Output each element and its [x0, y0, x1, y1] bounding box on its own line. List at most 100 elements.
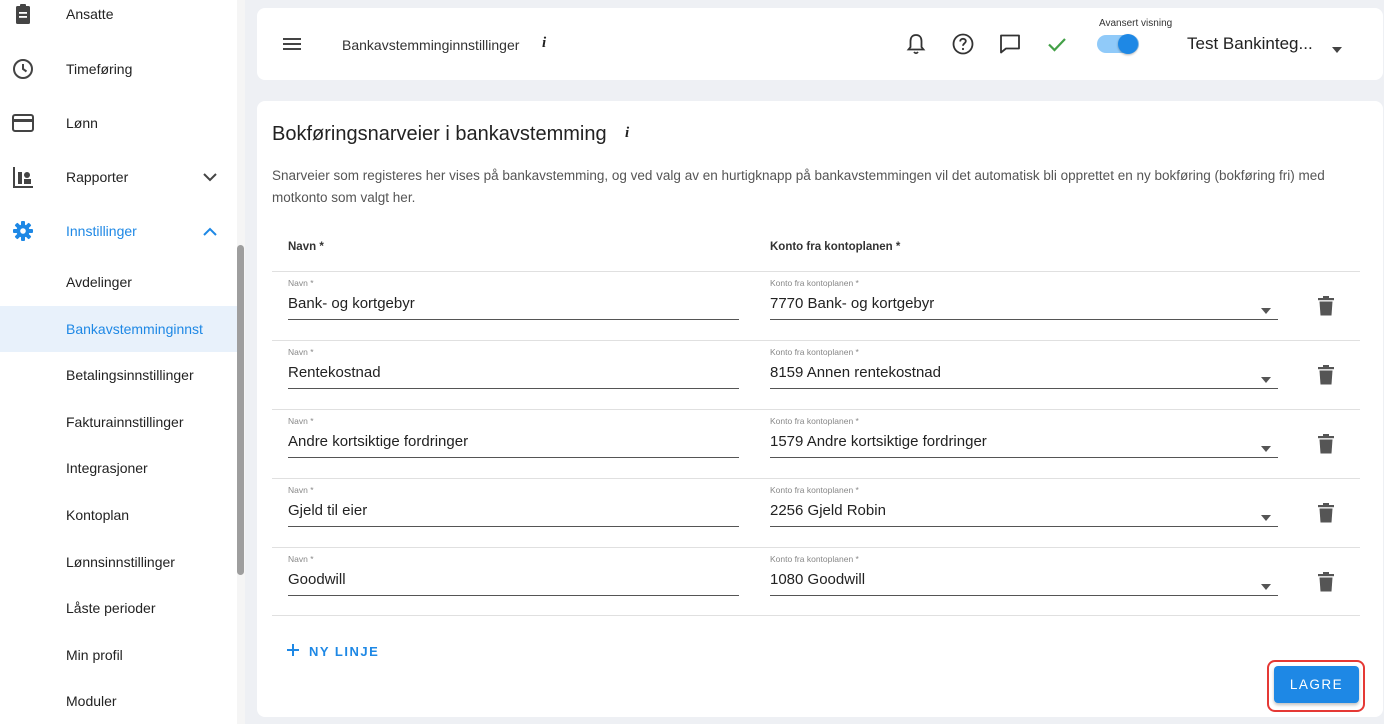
- caret-down-icon[interactable]: [1331, 41, 1343, 53]
- bell-icon[interactable]: [904, 32, 928, 56]
- sidebar-subitem-label: Låste perioder: [66, 600, 156, 616]
- sidebar-subitem-min-profil[interactable]: Min profil: [0, 632, 237, 678]
- sidebar-subitem-kontoplan[interactable]: Kontoplan: [0, 492, 237, 538]
- name-input[interactable]: Goodwill: [288, 571, 346, 588]
- name-input-underline: [288, 457, 739, 458]
- name-field-label: Navn *: [288, 278, 314, 288]
- name-input-underline: [288, 595, 739, 596]
- sidebar-subitem-label: Avdelinger: [66, 274, 132, 290]
- name-field-label: Navn *: [288, 416, 314, 426]
- column-header-name: Navn *: [288, 241, 324, 253]
- trash-icon[interactable]: [1317, 433, 1335, 455]
- account-field-label: Konto fra kontoplanen *: [770, 485, 859, 495]
- sidebar-subitem-laste-perioder[interactable]: Låste perioder: [0, 585, 237, 631]
- chevron-down-icon[interactable]: [200, 167, 220, 187]
- account-select-underline: [770, 388, 1278, 389]
- name-input[interactable]: Bank- og kortgebyr: [288, 295, 415, 312]
- sidebar-subitem-label: Moduler: [66, 693, 117, 709]
- name-input[interactable]: Gjeld til eier: [288, 502, 367, 519]
- sidebar-subitem-label: Bankavstemminginnst: [66, 321, 203, 337]
- sidebar-subitem-faktura[interactable]: Fakturainnstillinger: [0, 399, 237, 445]
- badge-icon: [12, 3, 34, 25]
- account-select-underline: [770, 595, 1278, 596]
- sidebar-subitem-betaling[interactable]: Betalingsinnstillinger: [0, 352, 237, 398]
- menu-icon[interactable]: [281, 34, 303, 54]
- sidebar-item-lonn[interactable]: Lønn: [0, 100, 237, 146]
- sidebar-subitem-label: Lønnsinnstillinger: [66, 554, 175, 570]
- name-field-label: Navn *: [288, 554, 314, 564]
- name-input-underline: [288, 319, 739, 320]
- account-field-label: Konto fra kontoplanen *: [770, 554, 859, 564]
- sidebar-subitem-label: Kontoplan: [66, 507, 130, 523]
- company-selector[interactable]: Test Bankinteg...: [1187, 34, 1313, 54]
- table-bottom-divider: [272, 615, 1360, 616]
- caret-down-icon[interactable]: [1261, 301, 1271, 314]
- account-select-underline: [770, 457, 1278, 458]
- sidebar-scrollbar[interactable]: [237, 245, 244, 575]
- sidebar-subitem-label: Integrasjoner: [66, 460, 148, 476]
- name-input[interactable]: Andre kortsiktige fordringer: [288, 433, 468, 450]
- sidebar-item-label: Ansatte: [66, 6, 114, 22]
- caret-down-icon[interactable]: [1261, 370, 1271, 383]
- new-line-button[interactable]: NY LINJE: [287, 641, 379, 661]
- table-row: Navn * Gjeld til eier Konto fra kontopla…: [272, 478, 1360, 547]
- gear-icon: [12, 220, 34, 242]
- credit-card-icon: [12, 112, 34, 134]
- sidebar-item-rapporter[interactable]: Rapporter: [0, 154, 237, 200]
- sidebar-subitem-label: Fakturainnstillinger: [66, 414, 184, 430]
- name-input-underline: [288, 526, 739, 527]
- account-select[interactable]: 8159 Annen rentekostnad: [770, 364, 941, 381]
- save-button[interactable]: LAGRE: [1274, 666, 1359, 703]
- name-field-label: Navn *: [288, 485, 314, 495]
- sidebar-subitem-moduler[interactable]: Moduler: [0, 678, 237, 724]
- info-icon[interactable]: i: [625, 125, 629, 142]
- table-row: Navn * Andre kortsiktige fordringer Kont…: [272, 409, 1360, 478]
- account-select[interactable]: 1579 Andre kortsiktige fordringer: [770, 433, 987, 450]
- sidebar-subitem-avdelinger[interactable]: Avdelinger: [0, 259, 237, 305]
- sidebar-item-label: Timeføring: [66, 61, 133, 77]
- report-icon: [12, 166, 34, 188]
- clock-icon: [12, 58, 34, 80]
- trash-icon[interactable]: [1317, 502, 1335, 524]
- info-icon[interactable]: i: [542, 35, 546, 52]
- advanced-view-toggle-knob[interactable]: [1118, 34, 1138, 54]
- sidebar-subitem-bankavstemming[interactable]: Bankavstemminginnst: [0, 306, 237, 352]
- caret-down-icon[interactable]: [1261, 439, 1271, 452]
- trash-icon[interactable]: [1317, 571, 1335, 593]
- sidebar-item-innstillinger[interactable]: Innstillinger: [0, 208, 237, 254]
- sidebar-item-label: Lønn: [66, 115, 98, 131]
- account-field-label: Konto fra kontoplanen *: [770, 416, 859, 426]
- page-title: Bankavstemminginnstillinger: [342, 37, 520, 53]
- table-row: Navn * Goodwill Konto fra kontoplanen * …: [272, 547, 1360, 616]
- account-select[interactable]: 7770 Bank- og kortgebyr: [770, 295, 934, 312]
- new-line-label: NY LINJE: [309, 643, 380, 659]
- sidebar-item-timeforing[interactable]: Timeføring: [0, 46, 237, 92]
- caret-down-icon[interactable]: [1261, 508, 1271, 521]
- check-icon[interactable]: [1045, 32, 1069, 56]
- account-select-underline: [770, 319, 1278, 320]
- trash-icon[interactable]: [1317, 295, 1335, 317]
- help-icon[interactable]: [951, 32, 975, 56]
- sidebar-subitem-integrasjoner[interactable]: Integrasjoner: [0, 445, 237, 491]
- sidebar-item-label: Innstillinger: [66, 223, 137, 239]
- sidebar: Ansatte Timeføring Lønn Rapporter Innsti…: [0, 0, 245, 724]
- account-select-underline: [770, 526, 1278, 527]
- advanced-view-label: Avansert visning: [1099, 18, 1173, 29]
- sidebar-item-label: Rapporter: [66, 169, 129, 185]
- account-select[interactable]: 1080 Goodwill: [770, 571, 865, 588]
- name-input-underline: [288, 388, 739, 389]
- chat-icon[interactable]: [998, 32, 1022, 56]
- trash-icon[interactable]: [1317, 364, 1335, 386]
- account-field-label: Konto fra kontoplanen *: [770, 347, 859, 357]
- account-select[interactable]: 2256 Gjeld Robin: [770, 502, 886, 519]
- column-header-account: Konto fra kontoplanen *: [770, 241, 901, 253]
- table-row: Navn * Bank- og kortgebyr Konto fra kont…: [272, 271, 1360, 340]
- main-card: Bokføringsnarveier i bankavstemming i Sn…: [257, 101, 1383, 717]
- chevron-up-icon[interactable]: [200, 221, 220, 241]
- sidebar-item-ansatte[interactable]: Ansatte: [0, 0, 237, 37]
- sidebar-subitem-lonnsinnstillinger[interactable]: Lønnsinnstillinger: [0, 539, 237, 585]
- table-row: Navn * Rentekostnad Konto fra kontoplane…: [272, 340, 1360, 409]
- name-input[interactable]: Rentekostnad: [288, 364, 381, 381]
- section-description: Snarveier som registeres her vises på ba…: [272, 168, 1325, 205]
- caret-down-icon[interactable]: [1261, 577, 1271, 590]
